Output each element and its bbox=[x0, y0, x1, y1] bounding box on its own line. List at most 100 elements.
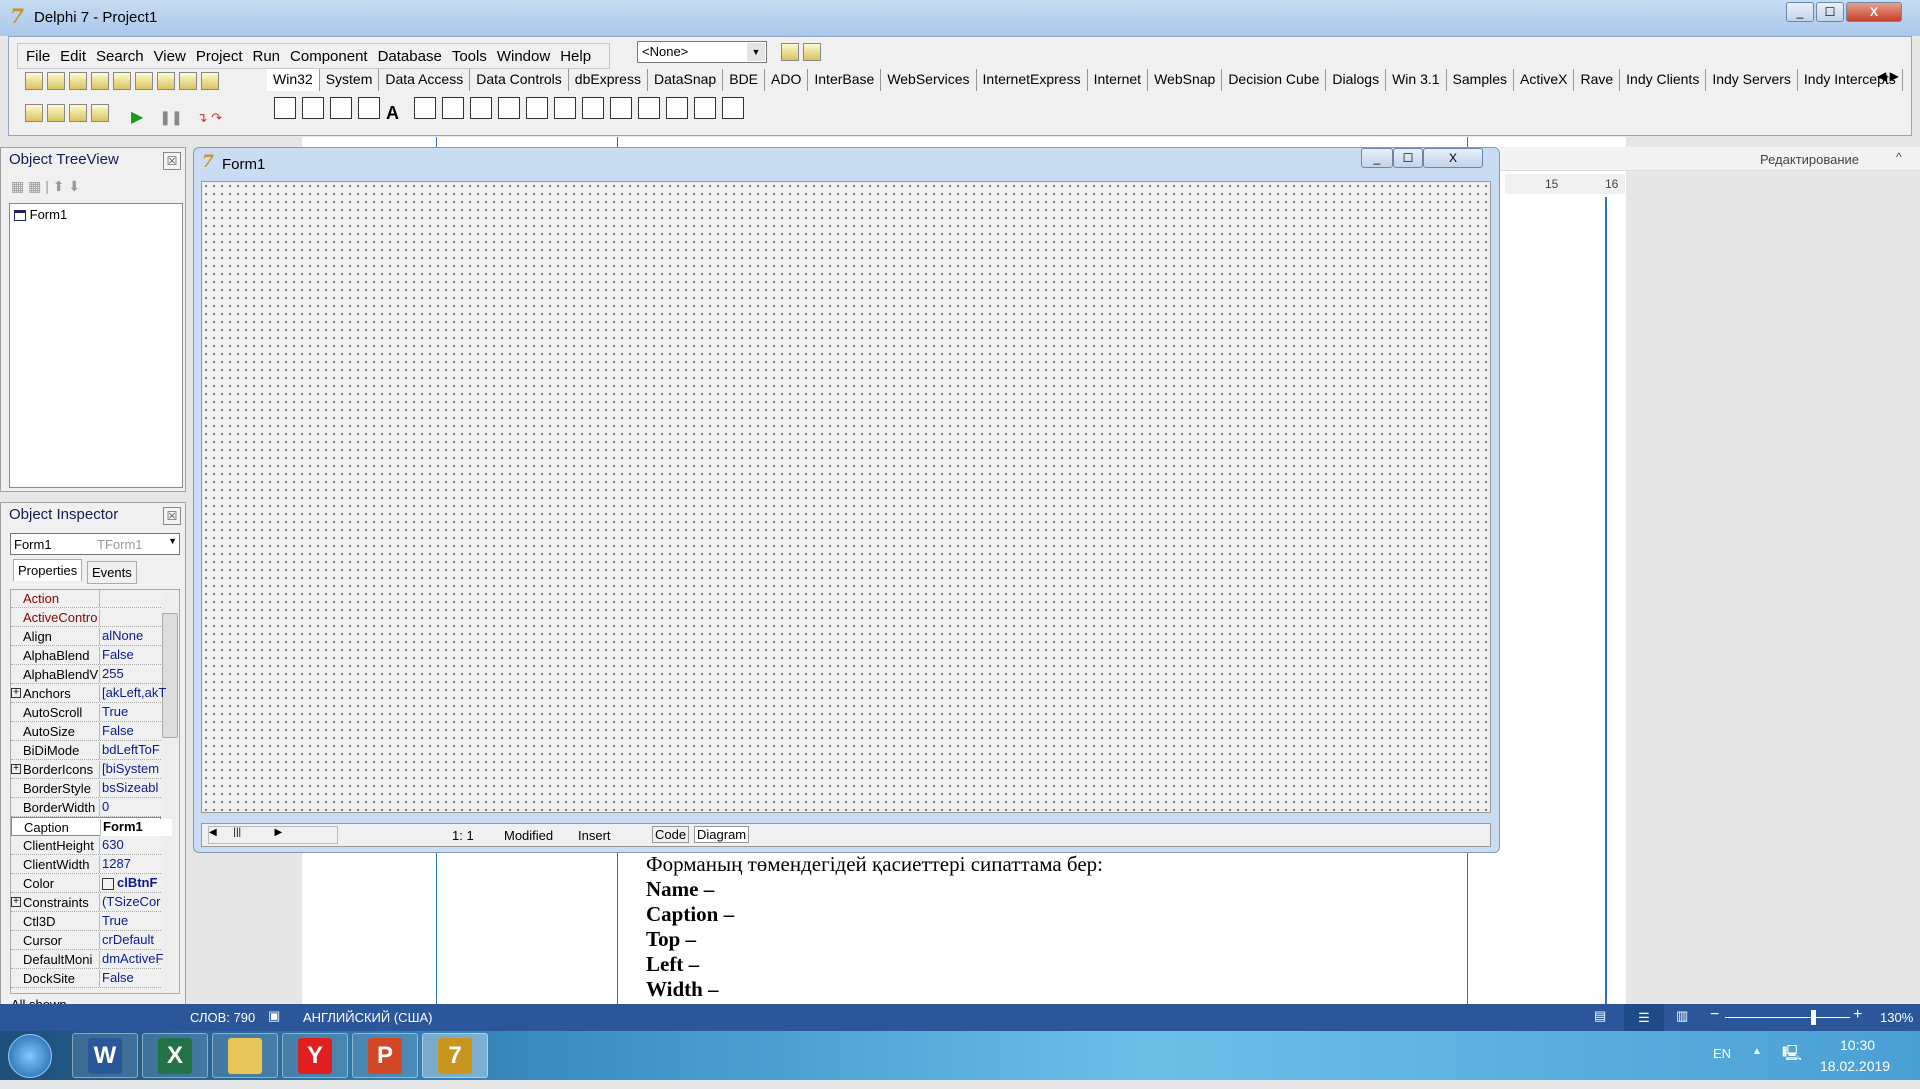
close-icon[interactable]: ☒ bbox=[163, 507, 181, 525]
property-row[interactable]: AlphaBlend False bbox=[11, 646, 161, 665]
menu-view[interactable]: View bbox=[154, 48, 186, 65]
menu-project[interactable]: Project bbox=[196, 48, 243, 65]
zoom-in-button[interactable]: + bbox=[1853, 1006, 1862, 1024]
chevron-down-icon[interactable]: ▼ bbox=[747, 43, 765, 61]
property-value[interactable]: dmActiveF bbox=[99, 951, 171, 968]
form-maximize-button[interactable]: ☐ bbox=[1393, 148, 1423, 168]
expand-icon[interactable]: + bbox=[11, 897, 21, 907]
tab-properties[interactable]: Properties bbox=[13, 559, 83, 581]
pointer-icon[interactable] bbox=[274, 97, 296, 119]
show-hidden-icons[interactable]: ▲ bbox=[1752, 1046, 1762, 1057]
read-mode-icon[interactable]: ▤ bbox=[1594, 1008, 1606, 1024]
property-row[interactable]: + Constraints (TSizeCor bbox=[11, 893, 161, 912]
palette-tab[interactable]: ADO bbox=[765, 69, 809, 91]
frames-icon[interactable] bbox=[302, 97, 324, 119]
help-icon[interactable] bbox=[201, 72, 219, 90]
horizontal-scrollbar[interactable]: ◀ ||| ▶ bbox=[208, 826, 338, 844]
property-row[interactable]: AutoScroll True bbox=[11, 703, 161, 722]
memo-icon[interactable] bbox=[442, 97, 464, 119]
ribbon-group-editing[interactable]: Редактирование bbox=[1760, 152, 1859, 167]
chevron-down-icon[interactable]: ▼ bbox=[168, 536, 177, 546]
palette-tab[interactable]: Rave bbox=[1574, 69, 1621, 91]
property-row[interactable]: BorderWidth 0 bbox=[11, 798, 161, 817]
palette-tab[interactable]: Win32 bbox=[267, 69, 320, 91]
palette-tab[interactable]: Win 3.1 bbox=[1386, 69, 1447, 91]
property-row[interactable]: Align alNone bbox=[11, 627, 161, 646]
taskbar-app-yandex[interactable]: Y bbox=[282, 1033, 348, 1078]
zoom-slider-thumb[interactable] bbox=[1811, 1010, 1816, 1025]
palette-tab[interactable]: BDE bbox=[723, 69, 766, 91]
property-row[interactable]: Color clBtnF bbox=[11, 874, 161, 893]
panel-icon[interactable] bbox=[694, 97, 716, 119]
property-value[interactable]: False bbox=[99, 970, 171, 987]
actionlist-icon[interactable] bbox=[722, 97, 744, 119]
property-row[interactable]: BiDiMode bdLeftToF bbox=[11, 741, 161, 760]
property-row[interactable]: DefaultMoni dmActiveF bbox=[11, 950, 163, 969]
palette-tab[interactable]: Data Controls bbox=[470, 69, 569, 91]
property-row[interactable]: Action bbox=[11, 589, 161, 608]
property-row[interactable]: + Anchors [akLeft,akT bbox=[11, 684, 166, 703]
new-icon[interactable] bbox=[25, 72, 43, 90]
property-row[interactable]: Caption Form1 bbox=[11, 817, 172, 836]
property-value[interactable]: [akLeft,akT bbox=[99, 685, 171, 702]
palette-tab[interactable]: InternetExpress bbox=[977, 69, 1088, 91]
property-value[interactable]: 255 bbox=[99, 666, 171, 683]
main-menu-icon[interactable] bbox=[330, 97, 352, 119]
palette-tab[interactable]: Indy Clients bbox=[1620, 69, 1707, 91]
step-icon[interactable]: ↴ ↷ bbox=[197, 110, 222, 126]
palette-tab[interactable]: Samples bbox=[1447, 69, 1515, 91]
property-row[interactable]: ClientHeight 630 bbox=[11, 836, 161, 855]
document-line[interactable]: Name – bbox=[646, 877, 714, 902]
menu-window[interactable]: Window bbox=[497, 48, 550, 65]
property-value[interactable]: False bbox=[99, 723, 171, 740]
menu-edit[interactable]: Edit bbox=[60, 48, 86, 65]
palette-tab[interactable]: WebServices bbox=[881, 69, 977, 91]
close-button[interactable]: X bbox=[1846, 2, 1902, 22]
property-value[interactable]: 1287 bbox=[99, 856, 171, 873]
print-layout-icon[interactable]: ☰ bbox=[1624, 1004, 1664, 1031]
palette-tab[interactable]: Dialogs bbox=[1326, 69, 1387, 91]
view-unit-icon[interactable] bbox=[25, 104, 43, 122]
radiobutton-icon[interactable] bbox=[526, 97, 548, 119]
language-indicator[interactable]: EN bbox=[1713, 1046, 1731, 1061]
word-count[interactable]: СЛОВ: 790 bbox=[190, 1010, 255, 1025]
view-form-icon[interactable] bbox=[47, 104, 65, 122]
save-all-icon[interactable] bbox=[113, 72, 131, 90]
palette-tab[interactable]: WebSnap bbox=[1148, 69, 1223, 91]
zoom-out-button[interactable]: − bbox=[1710, 1006, 1719, 1024]
web-layout-icon[interactable]: ▥ bbox=[1676, 1008, 1688, 1024]
form-close-button[interactable]: X bbox=[1423, 148, 1483, 168]
property-value[interactable]: True bbox=[99, 913, 171, 930]
checkbox-icon[interactable] bbox=[498, 97, 520, 119]
taskbar-app-delphi[interactable]: 7 bbox=[422, 1033, 488, 1078]
property-value[interactable]: Form1 bbox=[100, 819, 172, 836]
save-icon[interactable] bbox=[91, 72, 109, 90]
menu-search[interactable]: Search bbox=[96, 48, 144, 65]
palette-tab[interactable]: Data Access bbox=[379, 69, 471, 91]
property-row[interactable]: AlphaBlendV 255 bbox=[11, 665, 161, 684]
taskbar-app-excel[interactable]: X bbox=[142, 1033, 208, 1078]
palette-tab[interactable]: Internet bbox=[1088, 69, 1149, 91]
property-row[interactable]: DockSite False bbox=[11, 969, 161, 988]
clock-date[interactable]: 18.02.2019 bbox=[1820, 1058, 1890, 1074]
tab-diagram[interactable]: Diagram bbox=[694, 826, 750, 843]
proofing-icon[interactable]: ▣ bbox=[268, 1008, 280, 1024]
property-value[interactable]: 0 bbox=[99, 799, 171, 816]
palette-tab[interactable]: dbExpress bbox=[569, 69, 648, 91]
pause-icon[interactable]: ❚❚ bbox=[159, 109, 182, 126]
expand-icon[interactable]: + bbox=[11, 688, 21, 698]
property-value[interactable] bbox=[99, 609, 171, 626]
property-row[interactable]: ActiveContro bbox=[11, 608, 161, 627]
property-value[interactable]: bdLeftToF bbox=[99, 742, 171, 759]
property-value[interactable]: (TSizeCor bbox=[99, 894, 171, 911]
language-indicator[interactable]: АНГЛИЙСКИЙ (США) bbox=[303, 1010, 432, 1025]
property-row[interactable]: + BorderIcons [biSystem bbox=[11, 760, 161, 779]
menu-file[interactable]: File bbox=[26, 48, 50, 65]
property-value[interactable]: True bbox=[99, 704, 171, 721]
document-line[interactable]: Caption – bbox=[646, 902, 734, 927]
start-button[interactable] bbox=[8, 1034, 52, 1078]
zoom-level[interactable]: 130% bbox=[1880, 1010, 1913, 1025]
property-value[interactable]: crDefault bbox=[99, 932, 171, 949]
groupbox-icon[interactable] bbox=[638, 97, 660, 119]
listbox-icon[interactable] bbox=[554, 97, 576, 119]
